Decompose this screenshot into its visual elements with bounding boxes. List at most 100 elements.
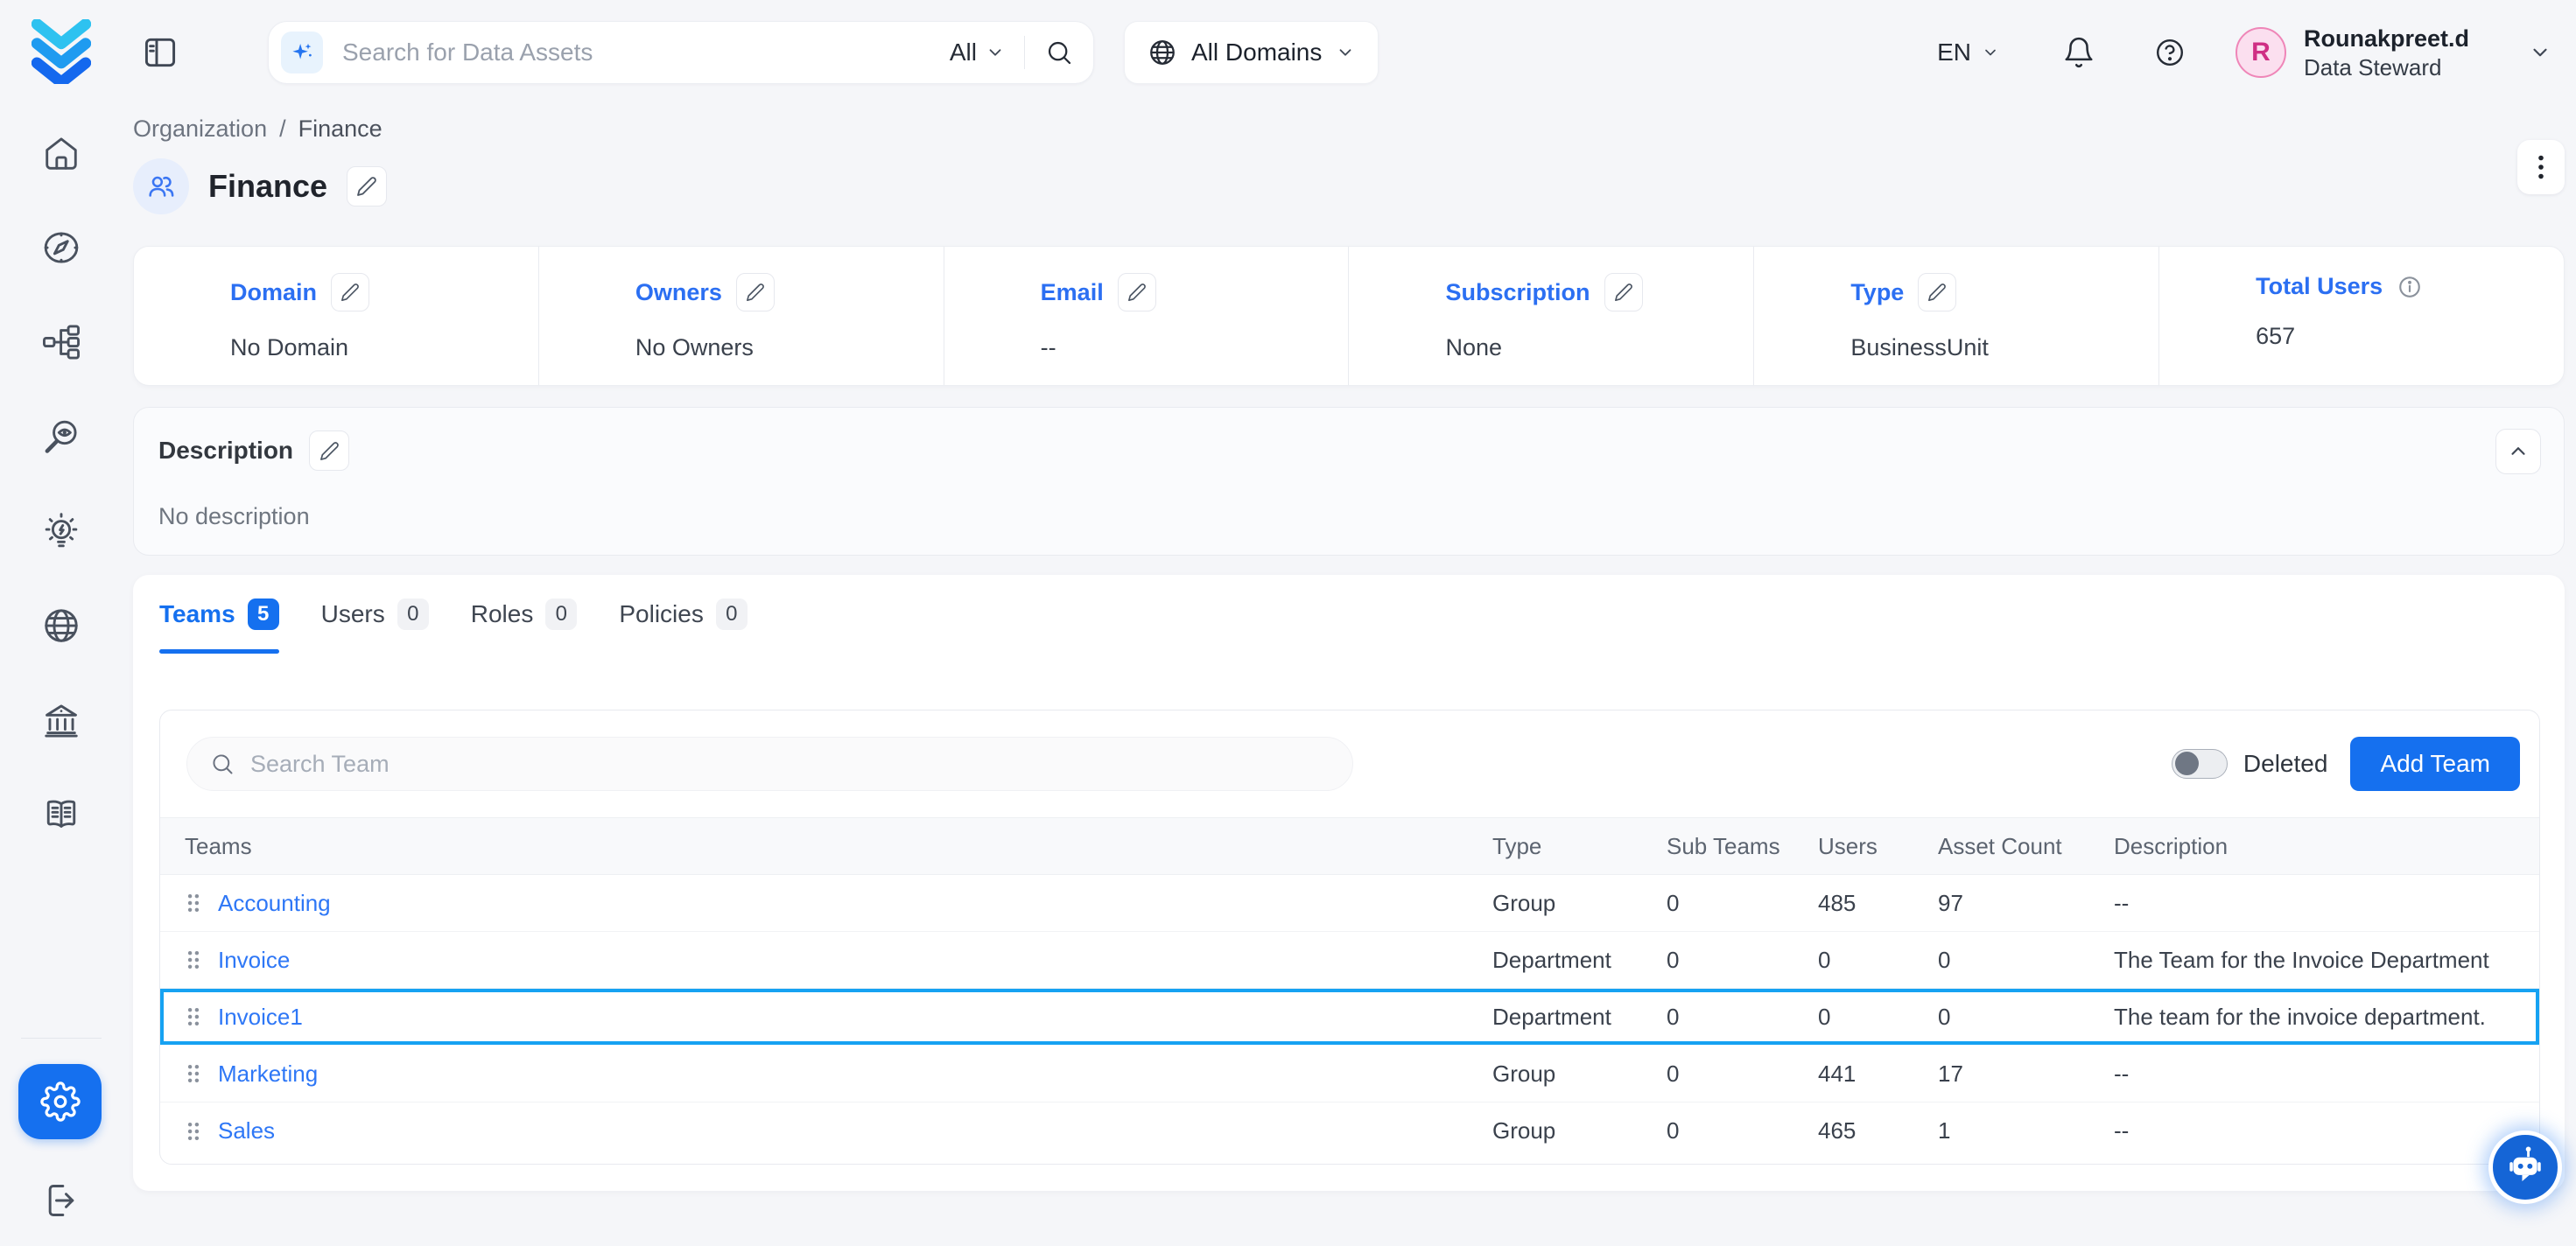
team-link[interactable]: Invoice1 — [218, 1004, 303, 1031]
breadcrumb: Organization / Finance — [133, 105, 2565, 143]
user-menu[interactable]: R Rounakpreet.d Data Steward — [2236, 24, 2551, 81]
sidebar-item-lineage[interactable] — [41, 322, 81, 362]
column-header-type: Type — [1475, 833, 1649, 860]
drag-handle-icon[interactable] — [185, 892, 202, 914]
topbar: Search for Data Assets All All Domains E… — [123, 0, 2576, 105]
info-field-subscription: Subscription None — [1349, 247, 1754, 385]
table-row: Invoice Department 0 0 0 The Team for th… — [160, 932, 2539, 989]
column-header-users: Users — [1800, 833, 1920, 860]
sidebar-item-home[interactable] — [41, 133, 81, 173]
sidebar-item-insights[interactable] — [41, 511, 81, 551]
robot-icon — [2502, 1144, 2548, 1190]
description-label: Description — [158, 437, 293, 465]
pencil-icon — [356, 176, 377, 197]
sidebar-item-glossary[interactable] — [41, 794, 81, 835]
domains-dropdown[interactable]: All Domains — [1124, 21, 1379, 84]
toggle-knob — [2175, 752, 2199, 775]
team-link[interactable]: Marketing — [218, 1060, 318, 1088]
help-button[interactable] — [2150, 32, 2190, 73]
bell-icon — [2062, 36, 2095, 69]
info-field-type: Type BusinessUnit — [1754, 247, 2159, 385]
sidebar-divider — [21, 1038, 102, 1039]
drag-handle-icon[interactable] — [185, 948, 202, 971]
team-detail-card: Teams 5 Users 0 Roles 0 Policies 0 Searc… — [133, 575, 2565, 1191]
deleted-toggle-label: Deleted — [2243, 750, 2328, 778]
info-icon — [2397, 274, 2423, 300]
column-header-description: Description — [2096, 833, 2539, 860]
table-row: Sales Group 0 465 1 -- — [160, 1102, 2539, 1159]
sidebar-item-domains[interactable] — [41, 606, 81, 646]
gear-icon — [40, 1082, 81, 1122]
kebab-menu-icon — [2529, 152, 2553, 182]
column-header-asset-count: Asset Count — [1920, 833, 2096, 860]
breadcrumb-organization[interactable]: Organization — [133, 116, 267, 143]
column-header-sub-teams: Sub Teams — [1649, 833, 1800, 860]
team-people-icon — [144, 170, 178, 203]
tab-roles[interactable]: Roles 0 — [471, 575, 578, 654]
teams-table-panel: Search Team Deleted Add Team Teams Type … — [159, 710, 2540, 1165]
edit-subscription-button[interactable] — [1604, 273, 1643, 312]
pencil-icon — [1127, 283, 1147, 302]
drag-handle-icon[interactable] — [185, 1005, 202, 1028]
search-submit-button[interactable] — [1044, 38, 1074, 67]
edit-domain-button[interactable] — [331, 273, 369, 312]
edit-owners-button[interactable] — [736, 273, 775, 312]
globe-icon — [41, 606, 81, 646]
edit-description-button[interactable] — [309, 430, 349, 471]
page-header: Finance — [133, 158, 2565, 214]
global-search-bar[interactable]: Search for Data Assets All — [268, 21, 1094, 84]
sidebar-item-explore[interactable] — [41, 228, 81, 268]
tab-roles-count: 0 — [545, 598, 577, 630]
sidebar-collapse-button[interactable] — [140, 32, 180, 73]
table-row-selected: Invoice1 Department 0 0 0 The team for t… — [160, 989, 2539, 1046]
pencil-icon — [746, 283, 765, 302]
chevron-down-icon — [1336, 43, 1355, 62]
chevron-down-icon — [1982, 44, 1999, 61]
team-link[interactable]: Accounting — [218, 890, 331, 917]
edit-type-button[interactable] — [1918, 273, 1956, 312]
pencil-icon — [340, 283, 360, 302]
globe-icon — [1148, 38, 1177, 67]
info-field-email: Email -- — [944, 247, 1350, 385]
ai-sparkle-icon[interactable] — [281, 32, 323, 74]
more-actions-button[interactable] — [2517, 140, 2565, 194]
add-team-button[interactable]: Add Team — [2350, 737, 2520, 791]
sidebar-item-governance[interactable] — [41, 700, 81, 740]
bank-icon — [41, 700, 81, 740]
notifications-button[interactable] — [2059, 32, 2099, 73]
chevron-down-icon — [986, 43, 1005, 62]
pencil-icon — [1927, 283, 1947, 302]
app-logo — [32, 19, 91, 84]
tab-policies[interactable]: Policies 0 — [619, 575, 747, 654]
team-avatar — [133, 158, 189, 214]
divider — [1024, 36, 1025, 69]
info-field-domain: Domain No Domain — [134, 247, 539, 385]
collapse-description-button[interactable] — [2495, 429, 2541, 474]
tab-users[interactable]: Users 0 — [321, 575, 429, 654]
team-search-input[interactable]: Search Team — [186, 737, 1353, 791]
user-avatar[interactable]: R — [2236, 27, 2286, 78]
language-dropdown[interactable]: EN — [1937, 38, 1999, 66]
team-link[interactable]: Sales — [218, 1117, 275, 1144]
sidebar-item-settings[interactable] — [18, 1064, 102, 1139]
chevron-down-icon — [2529, 41, 2551, 64]
tab-users-count: 0 — [397, 598, 429, 630]
chat-assistant-button[interactable] — [2488, 1130, 2562, 1204]
search-scope-dropdown[interactable]: All — [950, 38, 1005, 66]
home-icon — [41, 133, 81, 173]
pencil-icon — [319, 441, 340, 461]
user-name: Rounakpreet.d — [2304, 24, 2469, 53]
sidebar-item-observability[interactable] — [41, 416, 81, 457]
drag-handle-icon[interactable] — [185, 1120, 202, 1143]
tab-teams[interactable]: Teams 5 — [159, 575, 279, 654]
deleted-toggle[interactable] — [2172, 749, 2228, 779]
global-search-input[interactable]: Search for Data Assets — [342, 38, 950, 66]
edit-email-button[interactable] — [1118, 273, 1156, 312]
page-title: Finance — [208, 168, 327, 205]
description-panel: Description No description — [133, 407, 2565, 556]
help-icon — [2154, 37, 2186, 68]
sidebar-item-logout[interactable] — [40, 1180, 82, 1222]
drag-handle-icon[interactable] — [185, 1062, 202, 1085]
edit-title-button[interactable] — [347, 166, 387, 206]
team-link[interactable]: Invoice — [218, 947, 290, 974]
